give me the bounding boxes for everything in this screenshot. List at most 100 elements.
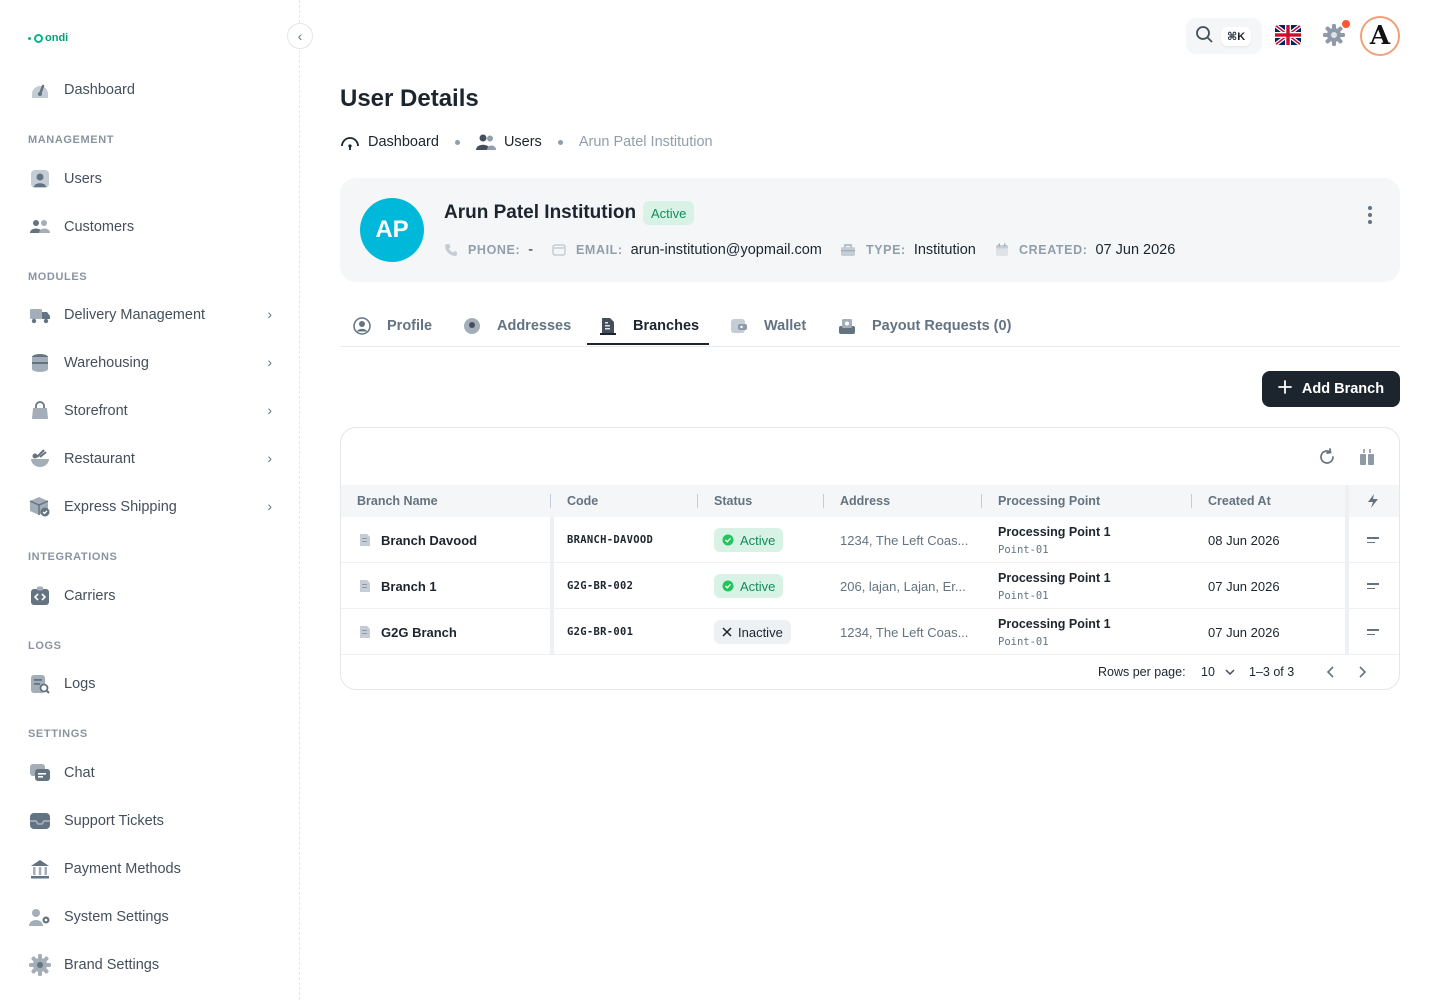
avatar-letter: A <box>1369 21 1391 51</box>
more-options-icon[interactable] <box>1368 206 1372 224</box>
location-icon <box>463 317 481 335</box>
close-icon <box>722 627 732 637</box>
tab-payout-requests[interactable]: Payout Requests (0) <box>838 306 1011 346</box>
status-badge: Inactive <box>714 620 791 644</box>
table-header: Branch Name Code Status Address Processi… <box>341 485 1399 517</box>
user-tabs: Profile Addresses Branches Wallet Payout… <box>340 306 1400 347</box>
row-menu-icon[interactable] <box>1367 629 1379 635</box>
row-menu-icon[interactable] <box>1367 583 1379 589</box>
user-type: TYPE: Institution <box>840 242 976 258</box>
carriers-icon <box>28 584 52 608</box>
table-row[interactable]: G2G Branch G2G-BR-001 Inactive 1234, The… <box>341 609 1399 655</box>
status-badge: Active <box>643 201 695 225</box>
add-branch-button[interactable]: Add Branch <box>1262 371 1400 407</box>
account-avatar[interactable]: A <box>1360 16 1400 56</box>
shopping-bag-icon <box>28 399 52 423</box>
chevron-left-icon <box>1326 666 1334 678</box>
columns-icon[interactable] <box>1356 446 1378 468</box>
sidebar-item-restaurant[interactable]: Restaurant › <box>16 437 284 481</box>
table-row[interactable]: Branch Davood BRANCH-DAVOOD Active 1234,… <box>341 517 1399 563</box>
tab-branches[interactable]: Branches <box>599 306 699 346</box>
add-branch-label: Add Branch <box>1301 381 1385 397</box>
chevron-right-icon <box>1359 666 1367 678</box>
search-icon <box>1195 25 1213 48</box>
warehouse-icon <box>28 351 52 375</box>
email-value: arun-institution@yopmail.com <box>630 242 822 258</box>
column-header-status[interactable]: Status <box>714 485 824 517</box>
branch-name: Branch Davood <box>381 532 478 548</box>
created-value: 07 Jun 2026 <box>1095 242 1176 258</box>
branch-code: BRANCH-DAVOOD <box>567 534 654 546</box>
settings-gear-icon[interactable] <box>1323 24 1345 46</box>
sidebar-item-storefront[interactable]: Storefront › <box>16 389 284 433</box>
status-label: Active <box>740 578 776 594</box>
sidebar-item-warehousing[interactable]: Warehousing › <box>16 341 284 385</box>
search-button[interactable]: ⌘K <box>1186 18 1262 54</box>
next-page-button[interactable] <box>1359 655 1367 689</box>
column-label: Created At <box>1208 494 1271 508</box>
branch-name: Branch 1 <box>381 578 437 594</box>
brand-logo[interactable]: ondi <box>28 32 68 44</box>
column-header-processing-point[interactable]: Processing Point <box>998 485 1192 517</box>
rows-per-page-select[interactable]: 10 <box>1201 655 1235 689</box>
phone-value: - <box>528 242 534 258</box>
column-header-branch-name[interactable]: Branch Name <box>357 485 551 517</box>
sidebar-item-customers[interactable]: Customers <box>16 205 284 249</box>
customers-icon <box>28 215 52 239</box>
check-circle-icon <box>722 580 734 592</box>
sidebar-item-label: Delivery Management <box>64 307 206 323</box>
tab-profile[interactable]: Profile <box>353 306 432 346</box>
sidebar-item-chat[interactable]: Chat <box>16 751 284 795</box>
tab-wallet[interactable]: Wallet <box>730 306 806 346</box>
uk-flag-icon[interactable] <box>1275 25 1301 45</box>
column-label: Processing Point <box>998 494 1101 508</box>
email-label: EMAIL: <box>576 243 623 257</box>
column-header-created-at[interactable]: Created At <box>1208 485 1345 517</box>
active-tab-indicator <box>587 343 709 345</box>
processing-point-code: Point-01 <box>998 635 1049 648</box>
building-icon <box>599 317 617 335</box>
column-label: Branch Name <box>357 494 438 508</box>
sidebar-item-logs[interactable]: Logs <box>16 662 284 706</box>
breadcrumb-dashboard[interactable]: Dashboard <box>368 134 439 150</box>
previous-page-button[interactable] <box>1326 655 1334 689</box>
sidebar-item-payment-methods[interactable]: Payment Methods <box>16 847 284 891</box>
created-date: 07 Jun 2026 <box>1208 578 1280 594</box>
sidebar-item-delivery[interactable]: Delivery Management › <box>16 293 284 337</box>
pinned-column-divider <box>550 517 554 655</box>
sidebar-item-system-settings[interactable]: System Settings <box>16 895 284 939</box>
chevron-right-icon: › <box>267 450 272 466</box>
type-label: TYPE: <box>866 243 906 257</box>
tab-addresses[interactable]: Addresses <box>463 306 571 346</box>
page-title: User Details <box>340 85 479 112</box>
profile-icon <box>353 317 371 335</box>
sidebar-item-label: System Settings <box>64 909 169 925</box>
sidebar-item-users[interactable]: Users <box>16 157 284 201</box>
refresh-icon[interactable] <box>1316 446 1338 468</box>
column-header-address[interactable]: Address <box>840 485 982 517</box>
sidebar-item-support-tickets[interactable]: Support Tickets <box>16 799 284 843</box>
row-menu-icon[interactable] <box>1367 537 1379 543</box>
tab-label: Branches <box>633 318 700 334</box>
notification-dot <box>1342 20 1350 28</box>
collapse-sidebar-button[interactable]: ‹ <box>287 23 313 49</box>
sidebar-item-carriers[interactable]: Carriers <box>16 574 284 618</box>
sidebar-item-express-shipping[interactable]: Express Shipping › <box>16 485 284 529</box>
sidebar-item-label: Carriers <box>64 588 116 604</box>
briefcase-icon <box>840 243 856 257</box>
processing-point-code: Point-01 <box>998 543 1049 556</box>
column-label: Status <box>714 494 753 508</box>
sidebar-item-brand-settings[interactable]: Brand Settings <box>16 943 284 987</box>
table-row[interactable]: Branch 1 G2G-BR-002 Active 206, lajan, L… <box>341 563 1399 609</box>
section-logs: LOGS <box>28 640 62 652</box>
sidebar-item-dashboard[interactable]: Dashboard <box>16 68 284 112</box>
sidebar-item-label: Express Shipping <box>64 499 177 515</box>
branch-icon <box>359 563 371 609</box>
user-avatar: AP <box>360 198 424 262</box>
breadcrumb-users[interactable]: Users <box>504 134 542 150</box>
sidebar-item-label: Users <box>64 171 102 187</box>
column-header-code[interactable]: Code <box>567 485 698 517</box>
rows-per-page-value: 10 <box>1201 665 1215 679</box>
branch-code: G2G-BR-002 <box>567 580 634 592</box>
restaurant-icon <box>28 447 52 471</box>
